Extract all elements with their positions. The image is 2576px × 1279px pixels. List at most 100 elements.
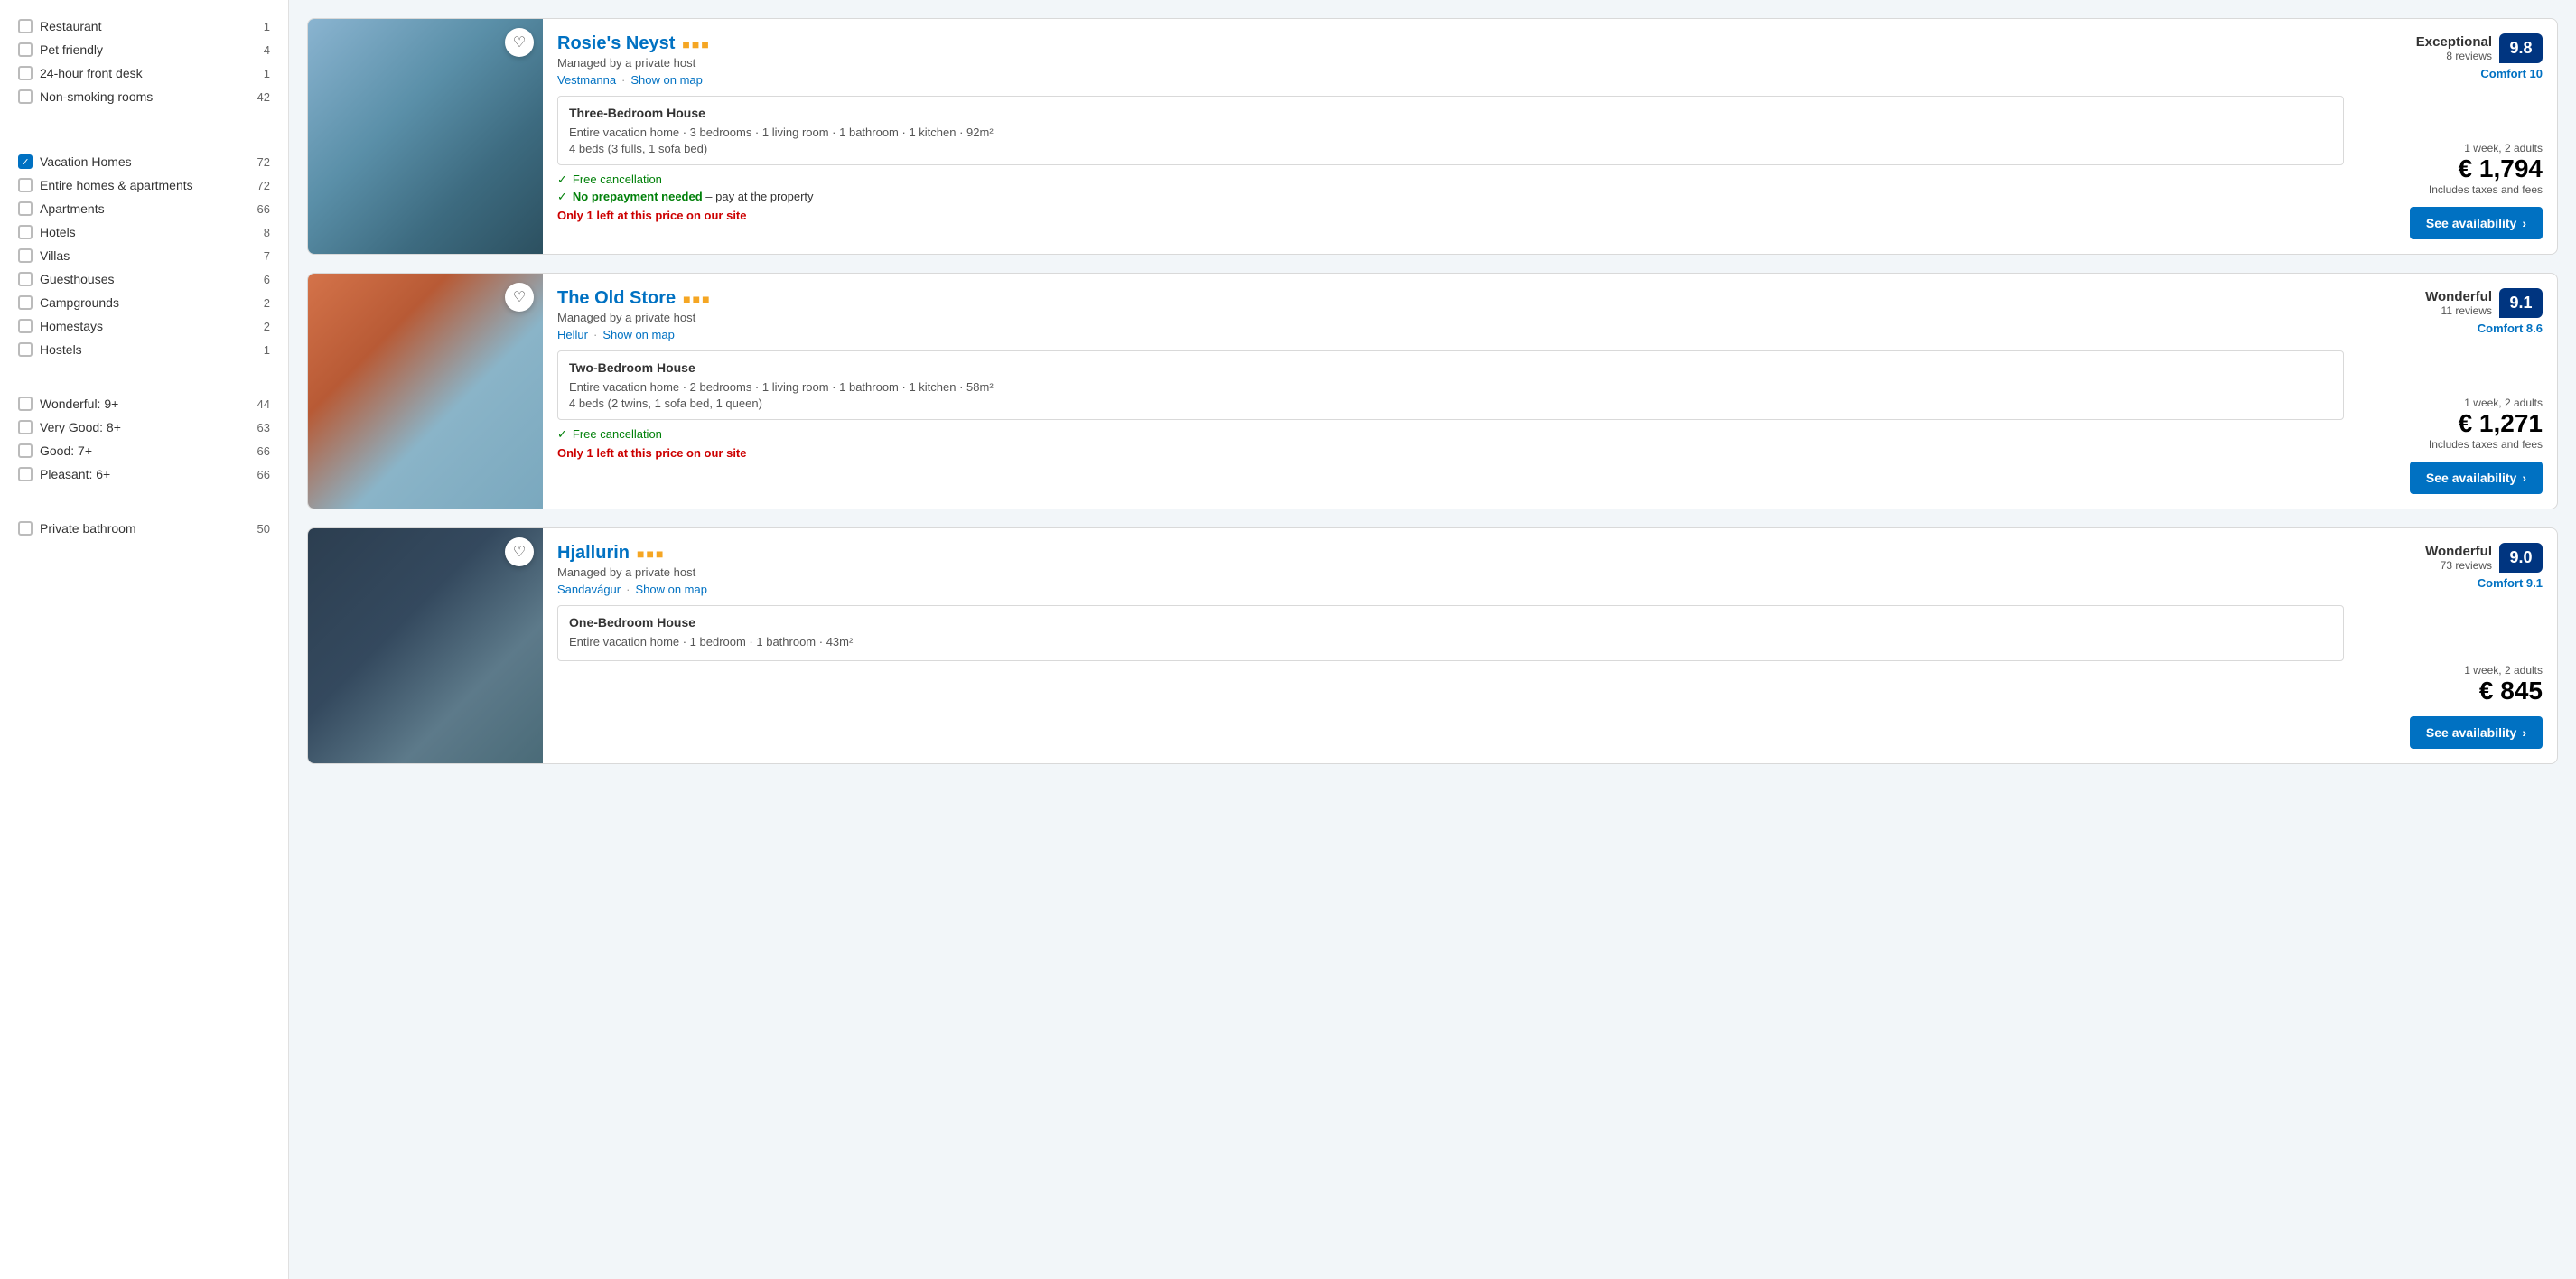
filter-checkbox[interactable]: [18, 66, 33, 80]
filter-count: 6: [264, 273, 270, 286]
filter-label: Apartments: [40, 201, 105, 216]
star-icon: ■: [692, 37, 699, 51]
filter-count: 66: [257, 444, 270, 458]
see-availability-button[interactable]: See availability ›: [2410, 462, 2543, 494]
filter-checkbox[interactable]: [18, 42, 33, 57]
filter-checkbox[interactable]: [18, 272, 33, 286]
room-desc: Entire vacation home · 2 bedrooms · 1 li…: [569, 378, 2332, 397]
score-text-group: Wonderful 73 reviews: [2425, 544, 2492, 572]
listing-title: Rosie's Neyst: [557, 33, 675, 54]
listing-card: ♡ Rosie's Neyst ■■■ Managed by a private…: [307, 18, 2558, 255]
filter-item[interactable]: Restaurant 1: [18, 14, 270, 38]
location-link[interactable]: Vestmanna: [557, 73, 616, 87]
filter-checkbox[interactable]: [18, 295, 33, 310]
perks: ✓ Free cancellation ✓ No prepayment need…: [557, 173, 2344, 222]
show-on-map-link[interactable]: Show on map: [635, 583, 707, 596]
room-facilities-section: Private bathroom 50: [18, 493, 270, 547]
star-icon: ■: [656, 546, 663, 561]
location-link[interactable]: Sandavágur: [557, 583, 621, 596]
price-duration: 1 week, 2 adults: [2410, 664, 2543, 677]
filter-item[interactable]: Hostels 1: [18, 338, 270, 361]
filter-checkbox[interactable]: [18, 342, 33, 357]
filter-checkbox[interactable]: [18, 154, 33, 169]
filter-checkbox[interactable]: [18, 19, 33, 33]
room-beds: 4 beds (2 twins, 1 sofa bed, 1 queen): [569, 397, 2332, 410]
comfort-label: Comfort 9.1: [2478, 576, 2543, 590]
price-value: € 1,794: [2410, 154, 2543, 183]
price-area: 1 week, 2 adults € 1,271 Includes taxes …: [2410, 397, 2543, 494]
filter-label: Good: 7+: [40, 443, 92, 458]
see-availability-button[interactable]: See availability ›: [2410, 716, 2543, 749]
location-link[interactable]: Hellur: [557, 328, 588, 341]
filter-checkbox[interactable]: [18, 89, 33, 104]
listing-image: ♡: [308, 19, 543, 254]
filter-checkbox[interactable]: [18, 467, 33, 481]
filter-item[interactable]: Good: 7+ 66: [18, 439, 270, 462]
room-beds: 4 beds (3 fulls, 1 sofa bed): [569, 142, 2332, 155]
filter-label: Guesthouses: [40, 272, 115, 286]
wishlist-button[interactable]: ♡: [505, 28, 534, 57]
filter-checkbox[interactable]: [18, 248, 33, 263]
filter-item-left: Non-smoking rooms: [18, 89, 153, 104]
price-duration: 1 week, 2 adults: [2410, 397, 2543, 409]
filter-checkbox[interactable]: [18, 319, 33, 333]
filter-item[interactable]: Vacation Homes 72: [18, 150, 270, 173]
filter-item-left: Private bathroom: [18, 521, 136, 536]
filter-item[interactable]: Entire homes & apartments 72: [18, 173, 270, 197]
filter-checkbox[interactable]: [18, 420, 33, 434]
filter-count: 7: [264, 249, 270, 263]
listing-card: ♡ Hjallurin ■■■ Managed by a private hos…: [307, 527, 2558, 764]
filter-item[interactable]: Apartments 66: [18, 197, 270, 220]
filter-checkbox[interactable]: [18, 225, 33, 239]
filter-count: 8: [264, 226, 270, 239]
filter-checkbox[interactable]: [18, 201, 33, 216]
filter-item[interactable]: Homestays 2: [18, 314, 270, 338]
stars-container: ■■■: [637, 546, 663, 561]
filter-count: 44: [257, 397, 270, 411]
filter-label: Homestays: [40, 319, 103, 333]
listing-right: Exceptional 8 reviews 9.8 Comfort 10 1 w…: [2358, 19, 2557, 254]
filter-label: Pleasant: 6+: [40, 467, 110, 481]
listing-image: ♡: [308, 528, 543, 763]
sidebar: Restaurant 1 Pet friendly 4 24-hour fron…: [0, 0, 289, 1279]
filter-item[interactable]: 24-hour front desk 1: [18, 61, 270, 85]
filter-item[interactable]: Non-smoking rooms 42: [18, 85, 270, 108]
see-availability-button[interactable]: See availability ›: [2410, 207, 2543, 239]
star-icon: ■: [701, 37, 708, 51]
filter-item[interactable]: Campgrounds 2: [18, 291, 270, 314]
filter-checkbox[interactable]: [18, 178, 33, 192]
price-duration: 1 week, 2 adults: [2410, 142, 2543, 154]
filter-item[interactable]: Pet friendly 4: [18, 38, 270, 61]
filter-item[interactable]: Villas 7: [18, 244, 270, 267]
wishlist-button[interactable]: ♡: [505, 537, 534, 566]
filter-checkbox[interactable]: [18, 397, 33, 411]
filter-item[interactable]: Private bathroom 50: [18, 517, 270, 540]
filter-item[interactable]: Wonderful: 9+ 44: [18, 392, 270, 415]
filter-item[interactable]: Very Good: 8+ 63: [18, 415, 270, 439]
filter-item[interactable]: Hotels 8: [18, 220, 270, 244]
show-all-link[interactable]: [18, 108, 270, 119]
listing-title: The Old Store: [557, 288, 676, 309]
perk-item: ✓ Free cancellation: [557, 173, 2344, 187]
show-on-map-link[interactable]: Show on map: [630, 73, 703, 87]
star-icon: ■: [683, 292, 690, 306]
filter-label: Vacation Homes: [40, 154, 132, 169]
wishlist-button[interactable]: ♡: [505, 283, 534, 312]
listing-title: Hjallurin: [557, 543, 630, 564]
show-on-map-link[interactable]: Show on map: [602, 328, 675, 341]
filter-count: 1: [264, 67, 270, 80]
filter-label: 24-hour front desk: [40, 66, 143, 80]
score-top-right: Wonderful 73 reviews 9.0 Comfort 9.1: [2425, 543, 2543, 590]
filter-item-left: Pet friendly: [18, 42, 103, 57]
location-row: Sandavágur · Show on map: [557, 583, 2344, 596]
listing-body: Rosie's Neyst ■■■ Managed by a private h…: [543, 19, 2358, 254]
room-type: Three-Bedroom House: [569, 106, 2332, 120]
check-icon: ✓: [557, 427, 567, 442]
filter-checkbox[interactable]: [18, 521, 33, 536]
filter-item[interactable]: Pleasant: 6+ 66: [18, 462, 270, 486]
score-top-right: Exceptional 8 reviews 9.8 Comfort 10: [2416, 33, 2543, 80]
filter-item-left: Pleasant: 6+: [18, 467, 110, 481]
filter-count: 50: [257, 522, 270, 536]
filter-checkbox[interactable]: [18, 443, 33, 458]
filter-item[interactable]: Guesthouses 6: [18, 267, 270, 291]
